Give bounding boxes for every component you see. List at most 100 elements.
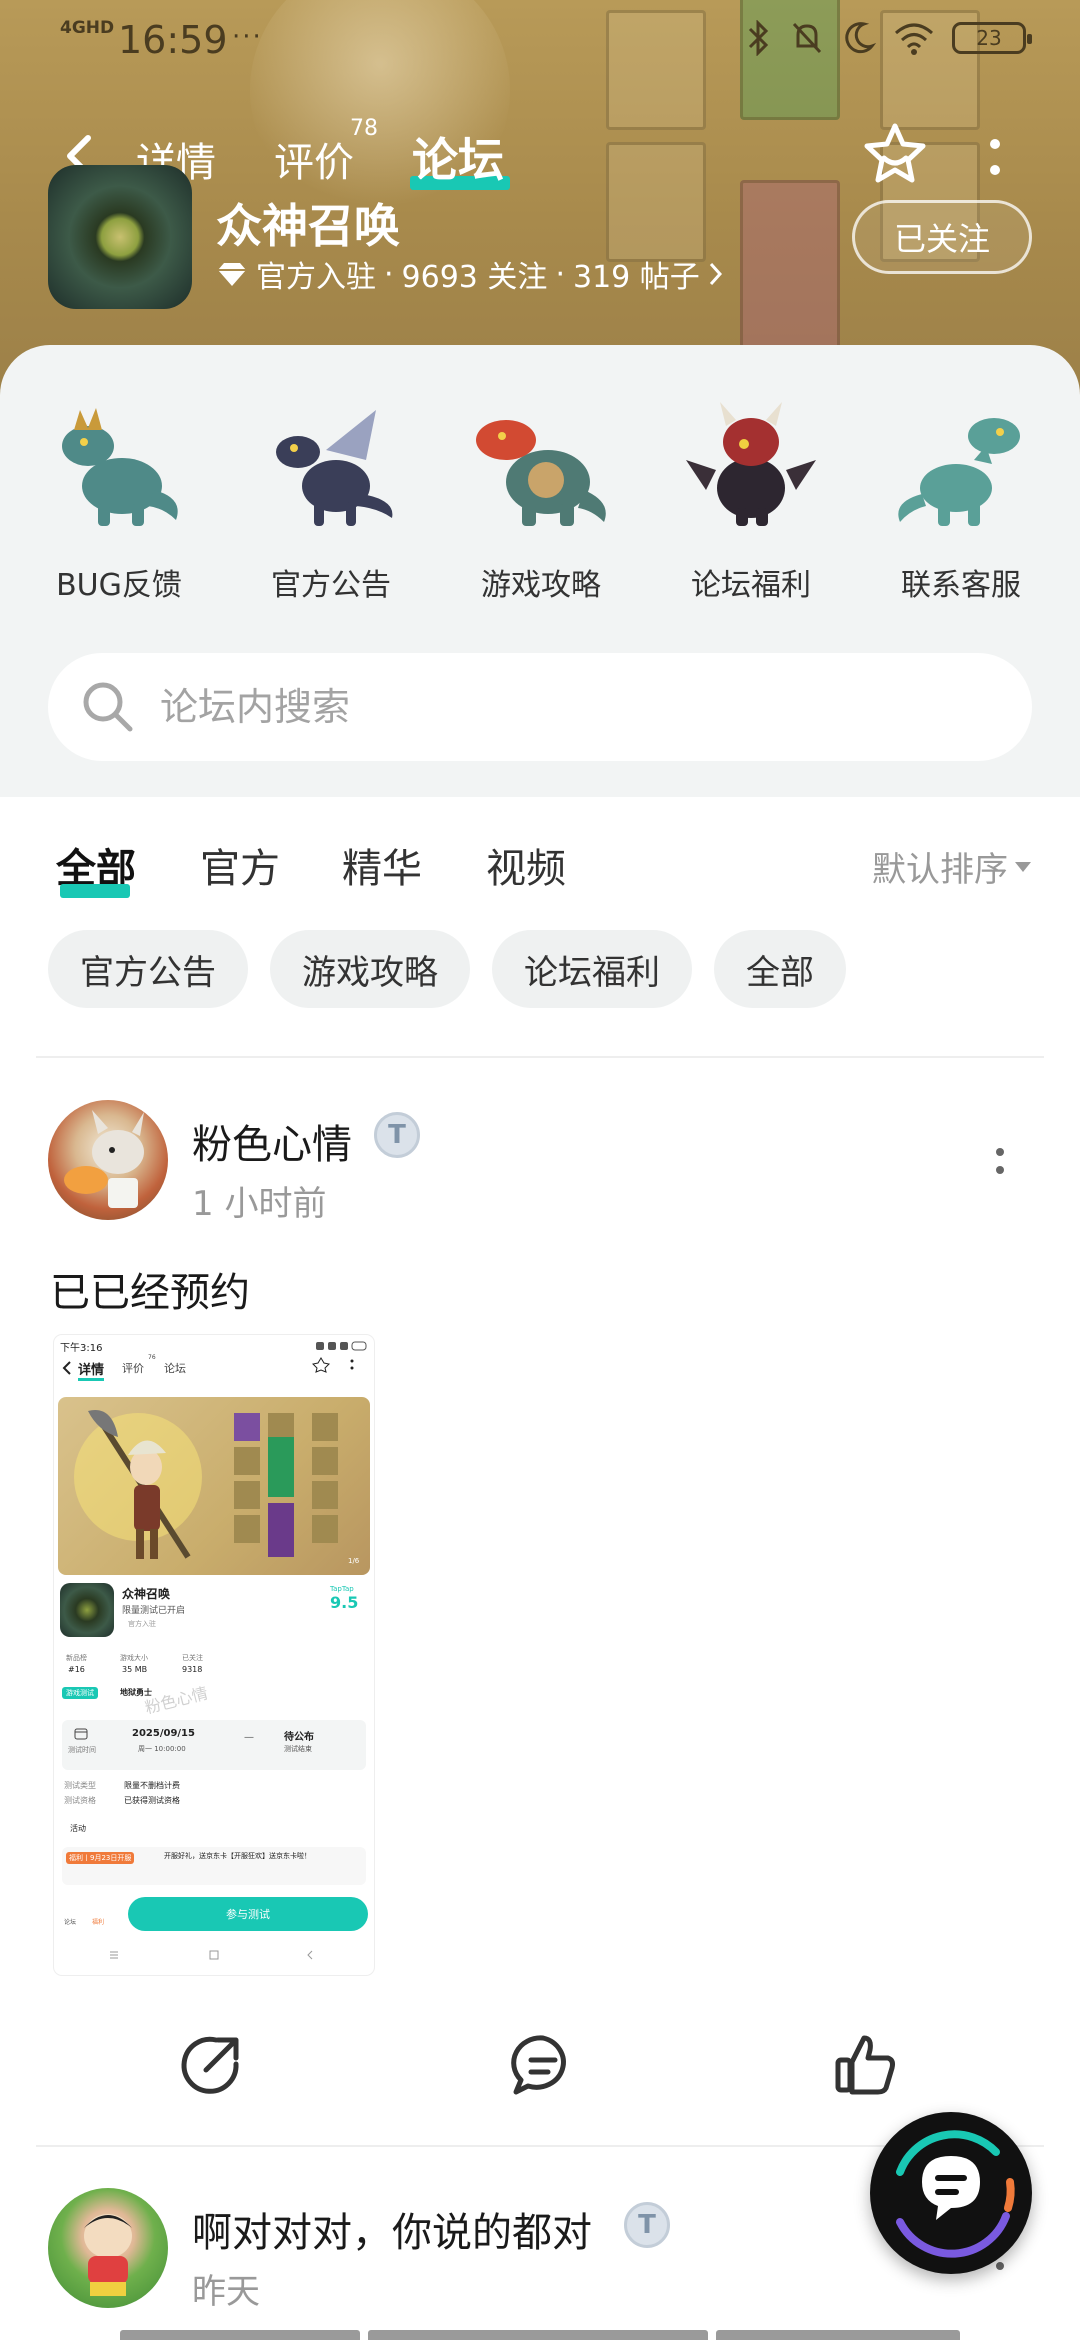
- follow-button[interactable]: 已关注: [852, 200, 1032, 274]
- embedded-row-key: 测试资格: [64, 1796, 96, 1805]
- chip-forum-welfare[interactable]: 论坛福利: [492, 930, 692, 1008]
- dragon-mascot-icon: [62, 408, 178, 526]
- embedded-event-tag: 福利丨9月23日开服: [66, 1852, 135, 1864]
- embedded-tab-review: 评价: [122, 1362, 144, 1375]
- dragon-mascot-icon: [898, 418, 1020, 526]
- embedded-stat-value: 9318: [182, 1665, 203, 1674]
- embedded-join-button: 参与测试: [128, 1897, 368, 1931]
- category-bug-feedback[interactable]: BUG反馈: [34, 390, 204, 604]
- network-indicator: 4GHD: [60, 18, 115, 38]
- thumbs-up-icon[interactable]: [830, 2030, 900, 2100]
- embedded-test-tag: 游戏测试: [62, 1687, 98, 1699]
- embedded-nav-bar-icons: [110, 1950, 313, 1960]
- embedded-time: 下午3:16: [60, 1343, 103, 1354]
- embedded-banner-page: 1/6: [348, 1557, 360, 1565]
- wifi-icon: [895, 23, 933, 55]
- tab-official[interactable]: 官方: [200, 836, 280, 894]
- embedded-stat-label: 游戏大小: [120, 1654, 148, 1662]
- chat-bubble-icon: [896, 2130, 1015, 2258]
- search-bar[interactable]: [48, 653, 1032, 761]
- chat-assistant-button[interactable]: [870, 2112, 1032, 2274]
- post-text[interactable]: 已已经预约: [50, 1260, 250, 1318]
- embedded-watermark: 粉色心情: [143, 1683, 210, 1718]
- more-vertical-icon[interactable]: [990, 1144, 1010, 1180]
- category-label: BUG反馈: [56, 568, 182, 603]
- embedded-star-more-icons: [312, 1357, 354, 1373]
- next-post-image-strip: [120, 2330, 960, 2340]
- post-author[interactable]: 啊对对对，你说的都对: [192, 2200, 592, 2258]
- category-label: 联系客服: [901, 568, 1021, 603]
- category-game-guide[interactable]: 游戏攻略: [456, 390, 626, 604]
- dragon-mascot-icon: [476, 420, 606, 526]
- embedded-row-value: 限量不删档计费: [124, 1781, 180, 1790]
- status-icons: 23: [746, 20, 1032, 56]
- game-icon[interactable]: [48, 165, 192, 309]
- chip-game-guide[interactable]: 游戏攻略: [270, 930, 470, 1008]
- chevron-right-icon: [709, 262, 722, 286]
- favorite-star-icon[interactable]: [860, 120, 930, 190]
- forum-sheet: BUG反馈 官方公告 游戏攻略 论坛福利 联系客服 论坛内搜索: [0, 345, 1080, 797]
- meta-separator: ·: [384, 256, 394, 292]
- embedded-date-label: 测试时间: [68, 1746, 96, 1754]
- dragon-mascot-icon: [686, 402, 816, 526]
- search-input[interactable]: [158, 653, 998, 761]
- embedded-banner-art: [74, 1410, 338, 1559]
- game-header: 4GHD 16:59 ··· 23 详情 评价 78 论坛 众神召唤 官方入驻 …: [0, 0, 1080, 400]
- divider: [36, 1056, 1044, 1058]
- embedded-score: 9.5: [330, 1593, 359, 1612]
- post-author[interactable]: 粉色心情: [192, 1112, 352, 1170]
- battery-icon: 23: [952, 22, 1032, 54]
- embedded-stat-value: #16: [68, 1665, 85, 1674]
- chip-official-notice[interactable]: 官方公告: [48, 930, 248, 1008]
- sub-category-chips: 官方公告 游戏攻略 论坛福利 全部: [48, 930, 846, 1008]
- category-contact-support[interactable]: 联系客服: [876, 390, 1046, 604]
- share-icon[interactable]: [176, 2030, 246, 2100]
- bluetooth-icon: [748, 20, 769, 56]
- image-strip: [368, 2330, 708, 2340]
- embedded-row-key: 测试类型: [64, 1781, 96, 1790]
- meta-separator: ·: [555, 256, 565, 292]
- search-icon: [83, 682, 133, 732]
- status-bar: 4GHD 16:59 ··· 23: [0, 0, 1080, 84]
- embedded-bottom-mid: 福利: [92, 1919, 105, 1926]
- post-image-screenshot[interactable]: 下午3:16 详情 评价 76 论坛 1/6 众神召唤 限量测试已开启 官方入驻…: [54, 1335, 374, 1975]
- comment-icon[interactable]: [508, 2030, 578, 2100]
- filter-tabs: 全部 官方 精华 视频 默认排序: [0, 830, 1080, 910]
- post-time: 1 小时前: [192, 1184, 327, 1224]
- game-meta[interactable]: 官方入驻 · 9693 关注 · 319 帖子: [216, 252, 724, 296]
- tab-video[interactable]: 视频: [486, 836, 566, 894]
- embedded-stat-label: 已关注: [182, 1654, 203, 1662]
- followers-count: 9693 关注: [401, 260, 548, 295]
- avatar-illustration: [84, 2214, 132, 2296]
- category-official-notice[interactable]: 官方公告: [246, 390, 416, 604]
- embedded-game-name: 众神召唤: [122, 1587, 171, 1601]
- image-strip: [716, 2330, 960, 2340]
- embedded-tab-forum: 论坛: [164, 1362, 186, 1375]
- tab-forum[interactable]: 论坛: [412, 124, 504, 190]
- embedded-date-dash: —: [244, 1732, 254, 1743]
- embedded-date-sub: 周一 10:00:00: [138, 1745, 186, 1753]
- embedded-event-card: 福利丨9月23日开服 开服好礼，送京东卡【开服狂欢】送京东卡啦！: [62, 1847, 366, 1885]
- tab-essence[interactable]: 精华: [342, 836, 422, 894]
- posts-count: 319 帖子: [572, 260, 700, 295]
- embedded-taptap: TapTap: [330, 1585, 354, 1593]
- embedded-pending-sub: 测试结束: [284, 1745, 312, 1753]
- level-badge: T: [374, 1112, 420, 1158]
- header-bg-tile: [740, 180, 840, 360]
- do-not-disturb-moon-icon: [845, 22, 876, 54]
- embedded-bottom-left: 论坛: [64, 1919, 77, 1926]
- avatar[interactable]: [48, 2188, 168, 2308]
- tab-review[interactable]: 评价: [274, 130, 354, 188]
- avatar[interactable]: [48, 1100, 168, 1220]
- embedded-back-icon: [62, 1361, 71, 1375]
- chip-all[interactable]: 全部: [714, 930, 846, 1008]
- sort-dropdown[interactable]: 默认排序: [872, 842, 1032, 891]
- image-strip: [120, 2330, 360, 2340]
- avatar-illustration: [64, 1110, 144, 1208]
- embedded-pending: 待公布: [284, 1732, 314, 1743]
- embedded-status-icons: [316, 1341, 367, 1351]
- level-badge: T: [624, 2202, 670, 2248]
- category-forum-welfare[interactable]: 论坛福利: [666, 390, 836, 604]
- embedded-date: 2025/09/15: [132, 1728, 195, 1739]
- more-vertical-icon[interactable]: [980, 130, 1010, 186]
